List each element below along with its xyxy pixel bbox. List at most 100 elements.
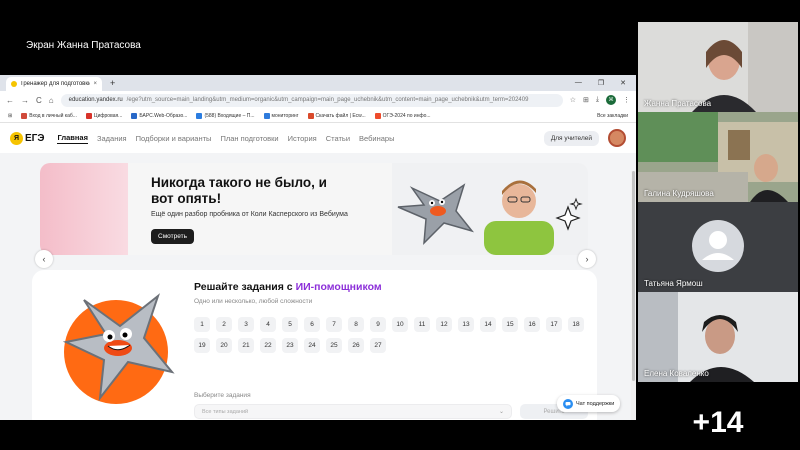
browser-tabbar: Тренажер для подготовки к ЕГЭ × + — ❐ ✕ bbox=[0, 75, 636, 91]
banner-prev-button[interactable]: ‹ bbox=[35, 250, 53, 268]
participant-tile-3[interactable]: Татьяна Ярмош bbox=[638, 202, 798, 292]
task-number-button[interactable]: 9 bbox=[370, 317, 386, 332]
task-number-button[interactable]: 23 bbox=[282, 338, 298, 353]
bookmark-favicon-icon bbox=[263, 112, 270, 119]
back-icon[interactable]: ← bbox=[6, 96, 14, 105]
task-number-button[interactable]: 6 bbox=[304, 317, 320, 332]
task-number-button[interactable]: 20 bbox=[216, 338, 232, 353]
bookmark-label: мониторинг bbox=[271, 112, 299, 119]
download-icon[interactable]: ⤓ bbox=[596, 96, 599, 104]
url-domain: education.yandex.ru bbox=[68, 97, 123, 103]
all-bookmarks-folder[interactable]: Все закладки bbox=[597, 113, 628, 119]
promo-banner[interactable]: Никогда такого не было, и вот опять! Ещё… bbox=[40, 163, 588, 255]
url-input[interactable]: education.yandex.ru/ege?utm_source=main_… bbox=[60, 93, 563, 107]
yandex-favicon-icon bbox=[11, 81, 17, 87]
nav-tasks[interactable]: Задания bbox=[97, 134, 127, 143]
more-participants-button[interactable]: +14 bbox=[638, 396, 798, 450]
mascot-star-icon bbox=[62, 293, 175, 404]
task-number-button[interactable]: 1 bbox=[194, 317, 210, 332]
apps-grid-icon[interactable]: ⊞ bbox=[8, 113, 12, 119]
extensions-icon[interactable]: ⊞ bbox=[583, 96, 589, 104]
bookmark-item[interactable]: мониторинг bbox=[263, 112, 299, 119]
banner-next-button[interactable]: › bbox=[578, 250, 596, 268]
nav-main[interactable]: Главная bbox=[57, 133, 88, 144]
bookmark-item[interactable]: ОГЭ-2024 по инфо... bbox=[374, 112, 431, 119]
browser-tab[interactable]: Тренажер для подготовки к ЕГЭ × bbox=[6, 77, 102, 91]
task-number-button[interactable]: 19 bbox=[194, 338, 210, 353]
window-controls: — ❐ ✕ bbox=[575, 79, 636, 87]
bookmark-favicon-icon bbox=[374, 112, 381, 119]
bookmark-item[interactable]: Вход в личный каб... bbox=[21, 112, 77, 119]
bookmark-item[interactable]: БАРС.Web-Образо... bbox=[131, 112, 187, 119]
nav-collections[interactable]: Подборки и варианты bbox=[136, 134, 212, 143]
task-number-button[interactable]: 17 bbox=[546, 317, 562, 332]
reload-icon[interactable]: C bbox=[36, 96, 42, 105]
task-number-button[interactable]: 8 bbox=[348, 317, 364, 332]
task-number-button[interactable]: 18 bbox=[568, 317, 584, 332]
task-number-button[interactable]: 16 bbox=[524, 317, 540, 332]
task-number-button[interactable]: 27 bbox=[370, 338, 386, 353]
nav-plan[interactable]: План подготовки bbox=[220, 134, 278, 143]
task-number-button[interactable]: 21 bbox=[238, 338, 254, 353]
support-chat-button[interactable]: Чат поддержки bbox=[557, 395, 621, 412]
support-chat-label: Чат поддержки bbox=[576, 400, 615, 407]
participant-tile-2[interactable]: Галина Кудряшова bbox=[638, 112, 798, 202]
task-number-button[interactable]: 12 bbox=[436, 317, 452, 332]
yandex-logo-icon: Я bbox=[10, 131, 23, 145]
chevron-down-icon: ⌄ bbox=[498, 409, 504, 415]
nav-history[interactable]: История bbox=[288, 134, 317, 143]
new-tab-button[interactable]: + bbox=[110, 78, 115, 88]
scrollbar-thumb[interactable] bbox=[632, 171, 635, 381]
close-tab-icon[interactable]: × bbox=[93, 81, 97, 87]
banner-title: Никогда такого не было, и вот опять! bbox=[151, 175, 327, 206]
bookmark-item[interactable]: Цифровая... bbox=[85, 112, 122, 119]
task-number-button[interactable]: 26 bbox=[348, 338, 364, 353]
task-number-button[interactable]: 25 bbox=[326, 338, 342, 353]
site-navbar: Я ЕГЭ Главная Задания Подборки и вариант… bbox=[0, 123, 636, 153]
task-number-button[interactable]: 14 bbox=[480, 317, 496, 332]
bookmark-favicon-icon bbox=[307, 112, 314, 119]
browser-menu-icon[interactable]: ⋮ bbox=[623, 96, 630, 104]
screen-share-view: Экран Жанна Пратасова Тренажер для подго… bbox=[0, 0, 800, 450]
card-title: Решайте задания с ИИ-помощником bbox=[194, 281, 382, 293]
bookmark-item[interactable]: Скачать файл | Ecw... bbox=[307, 112, 366, 119]
bookmark-star-icon[interactable]: ☆ bbox=[570, 96, 576, 104]
task-number-button[interactable]: 13 bbox=[458, 317, 474, 332]
task-number-button[interactable]: 10 bbox=[392, 317, 408, 332]
card-title-highlight: ИИ-помощником bbox=[295, 281, 382, 293]
star-mascot-illustration bbox=[54, 280, 184, 410]
task-number-button[interactable]: 3 bbox=[238, 317, 254, 332]
task-number-button[interactable]: 4 bbox=[260, 317, 276, 332]
bookmark-item[interactable]: (588) Входящие – П... bbox=[196, 112, 255, 119]
banner-subtitle: Ещё один разбор пробника от Коли Касперс… bbox=[151, 211, 348, 218]
task-number-button[interactable]: 24 bbox=[304, 338, 320, 353]
participant-tile-1[interactable]: Жанна Пратасова bbox=[638, 22, 798, 112]
maximize-icon[interactable]: ❐ bbox=[598, 79, 604, 87]
user-avatar[interactable] bbox=[608, 129, 626, 147]
task-number-button[interactable]: 7 bbox=[326, 317, 342, 332]
home-icon[interactable]: ⌂ bbox=[49, 96, 54, 105]
site-logo[interactable]: Я ЕГЭ bbox=[10, 131, 45, 145]
task-number-button[interactable]: 15 bbox=[502, 317, 518, 332]
for-teachers-button[interactable]: Для учителей bbox=[543, 130, 599, 146]
close-window-icon[interactable]: ✕ bbox=[620, 79, 626, 87]
select-placeholder: Все типы заданий bbox=[202, 408, 249, 415]
bookmarks-list: Вход в личный каб... Цифровая... БАРС.Web-… bbox=[21, 112, 431, 119]
profile-avatar[interactable]: Ж bbox=[606, 95, 616, 105]
task-number-button[interactable]: 5 bbox=[282, 317, 298, 332]
task-number-button[interactable]: 2 bbox=[216, 317, 232, 332]
task-number-button[interactable]: 11 bbox=[414, 317, 430, 332]
forward-icon[interactable]: → bbox=[21, 96, 29, 105]
participant-name: Жанна Пратасова bbox=[644, 99, 712, 108]
participant-tile-4[interactable]: Елена Коваленко bbox=[638, 292, 798, 382]
logo-text: ЕГЭ bbox=[25, 132, 45, 144]
minimize-icon[interactable]: — bbox=[575, 79, 582, 87]
watch-button[interactable]: Смотреть bbox=[151, 229, 194, 244]
bookmark-favicon-icon bbox=[85, 112, 92, 119]
nav-articles[interactable]: Статьи bbox=[326, 134, 350, 143]
task-number-button[interactable]: 22 bbox=[260, 338, 276, 353]
page-scrollbar[interactable] bbox=[631, 171, 636, 420]
url-path: /ege?utm_source=main_landing&utm_medium=… bbox=[126, 97, 529, 103]
nav-webinars[interactable]: Вебинары bbox=[359, 134, 394, 143]
task-type-select[interactable]: Все типы заданий ⌄ bbox=[194, 404, 512, 419]
